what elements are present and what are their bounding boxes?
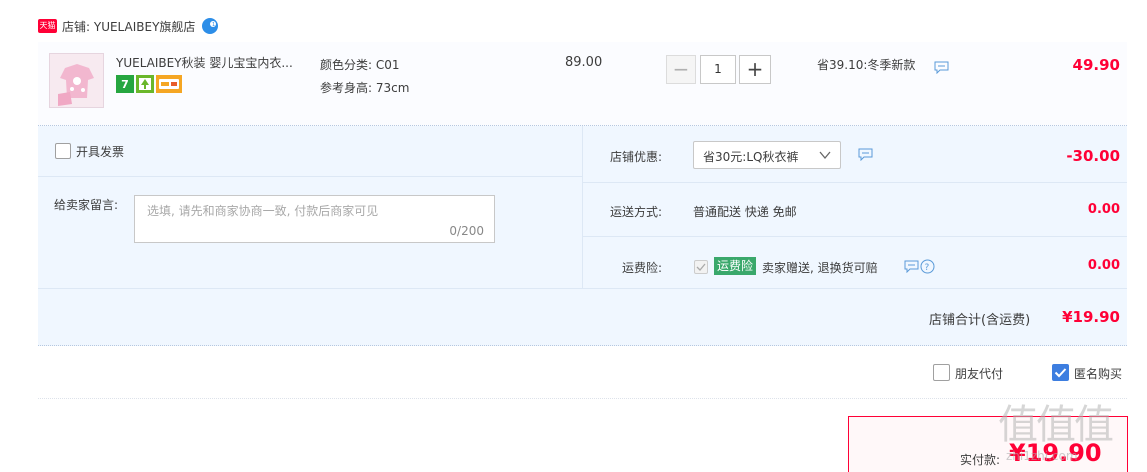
insurance-checkbox[interactable] [694,260,708,274]
coupon-selected-value: 省30元:LQ秋衣裤 [703,150,799,164]
insurance-badge: 运费险 [714,257,757,275]
shipping-label: 运送方式: [610,205,663,219]
unit-price: 89.00 [565,55,603,70]
sku-height: 参考身高: 73cm [320,81,410,95]
seven-day-return-icon: 7 [116,75,134,93]
product-thumbnail[interactable] [49,53,104,108]
coupon-label: 店铺优惠: [610,150,663,164]
seller-message-input[interactable]: 选填, 请先和商家协商一致, 付款后商家可见 0/200 [134,195,495,243]
message-char-counter: 0/200 [449,224,484,238]
store-total-amount: ¥19.90 [1062,308,1120,326]
store-total-label: 店铺合计(含运费) [929,313,1031,328]
svg-text:1: 1 [212,22,215,28]
column-divider [582,126,583,288]
product-title[interactable]: YUELAIBEY秋装 婴儿宝宝内衣... [116,54,316,71]
coupon-discount-amount: -30.00 [1066,147,1120,165]
watermark-url: zhi1zhi.com [1006,449,1078,463]
promo-icons: 7 [116,75,182,93]
payment-label: 实付款: [960,453,1001,467]
comment-icon[interactable] [934,61,949,77]
item-subtotal: 49.90 [1072,56,1120,74]
row-divider [583,236,1127,237]
section-divider [38,398,1127,399]
chevron-down-icon [818,148,832,165]
invoice-checkbox[interactable] [55,143,71,159]
message-placeholder: 选填, 请先和商家协商一致, 付款后商家可见 [147,204,379,218]
quantity-decrease-button[interactable]: − [666,55,696,84]
row-divider [583,182,1127,183]
item-promotion: 省39.10:冬季新款 [817,58,916,72]
comment-icon[interactable] [858,148,873,164]
wangwang-chat-icon[interactable]: 1 [201,17,219,35]
shipping-method: 普通配送 快递 免邮 [693,205,797,219]
message-label: 给卖家留言: [54,198,119,212]
shipping-amount: 0.00 [1087,202,1120,217]
sku-color: 颜色分类: C01 [320,58,400,72]
watermark-logo: 值值值 [998,402,1114,448]
insurance-amount: 0.00 [1087,258,1120,273]
card-icon [156,75,182,93]
help-icon[interactable]: ? [920,259,935,277]
row-divider [38,288,1127,289]
comment-icon[interactable] [904,260,919,276]
anonymous-purchase-label[interactable]: 匿名购买 [1074,365,1122,382]
svg-text:?: ? [925,263,930,273]
order-item-row: YUELAIBEY秋装 婴儿宝宝内衣... 7 颜色分类: C01 参考身高: … [38,42,1127,126]
row-divider [38,176,582,177]
shop-header: 天猫 店铺: YUELAIBEY旗舰店 1 [38,14,219,38]
quantity-increase-button[interactable]: + [739,55,771,84]
tree-icon [136,75,154,93]
insurance-description: 卖家赠送, 退换货可赔 [762,261,878,275]
invoice-label[interactable]: 开具发票 [76,143,124,160]
quantity-input[interactable]: 1 [700,55,736,84]
anonymous-purchase-checkbox[interactable] [1052,364,1069,381]
friend-pay-label[interactable]: 朋友代付 [955,365,1003,382]
order-options-panel: 开具发票 给卖家留言: 选填, 请先和商家协商一致, 付款后商家可见 0/200… [38,126,1127,346]
shop-name[interactable]: 店铺: YUELAIBEY旗舰店 [62,18,195,35]
tmall-badge: 天猫 [38,19,57,33]
friend-pay-checkbox[interactable] [933,364,950,381]
insurance-label: 运费险: [622,261,663,275]
coupon-select[interactable]: 省30元:LQ秋衣裤 [693,141,841,169]
